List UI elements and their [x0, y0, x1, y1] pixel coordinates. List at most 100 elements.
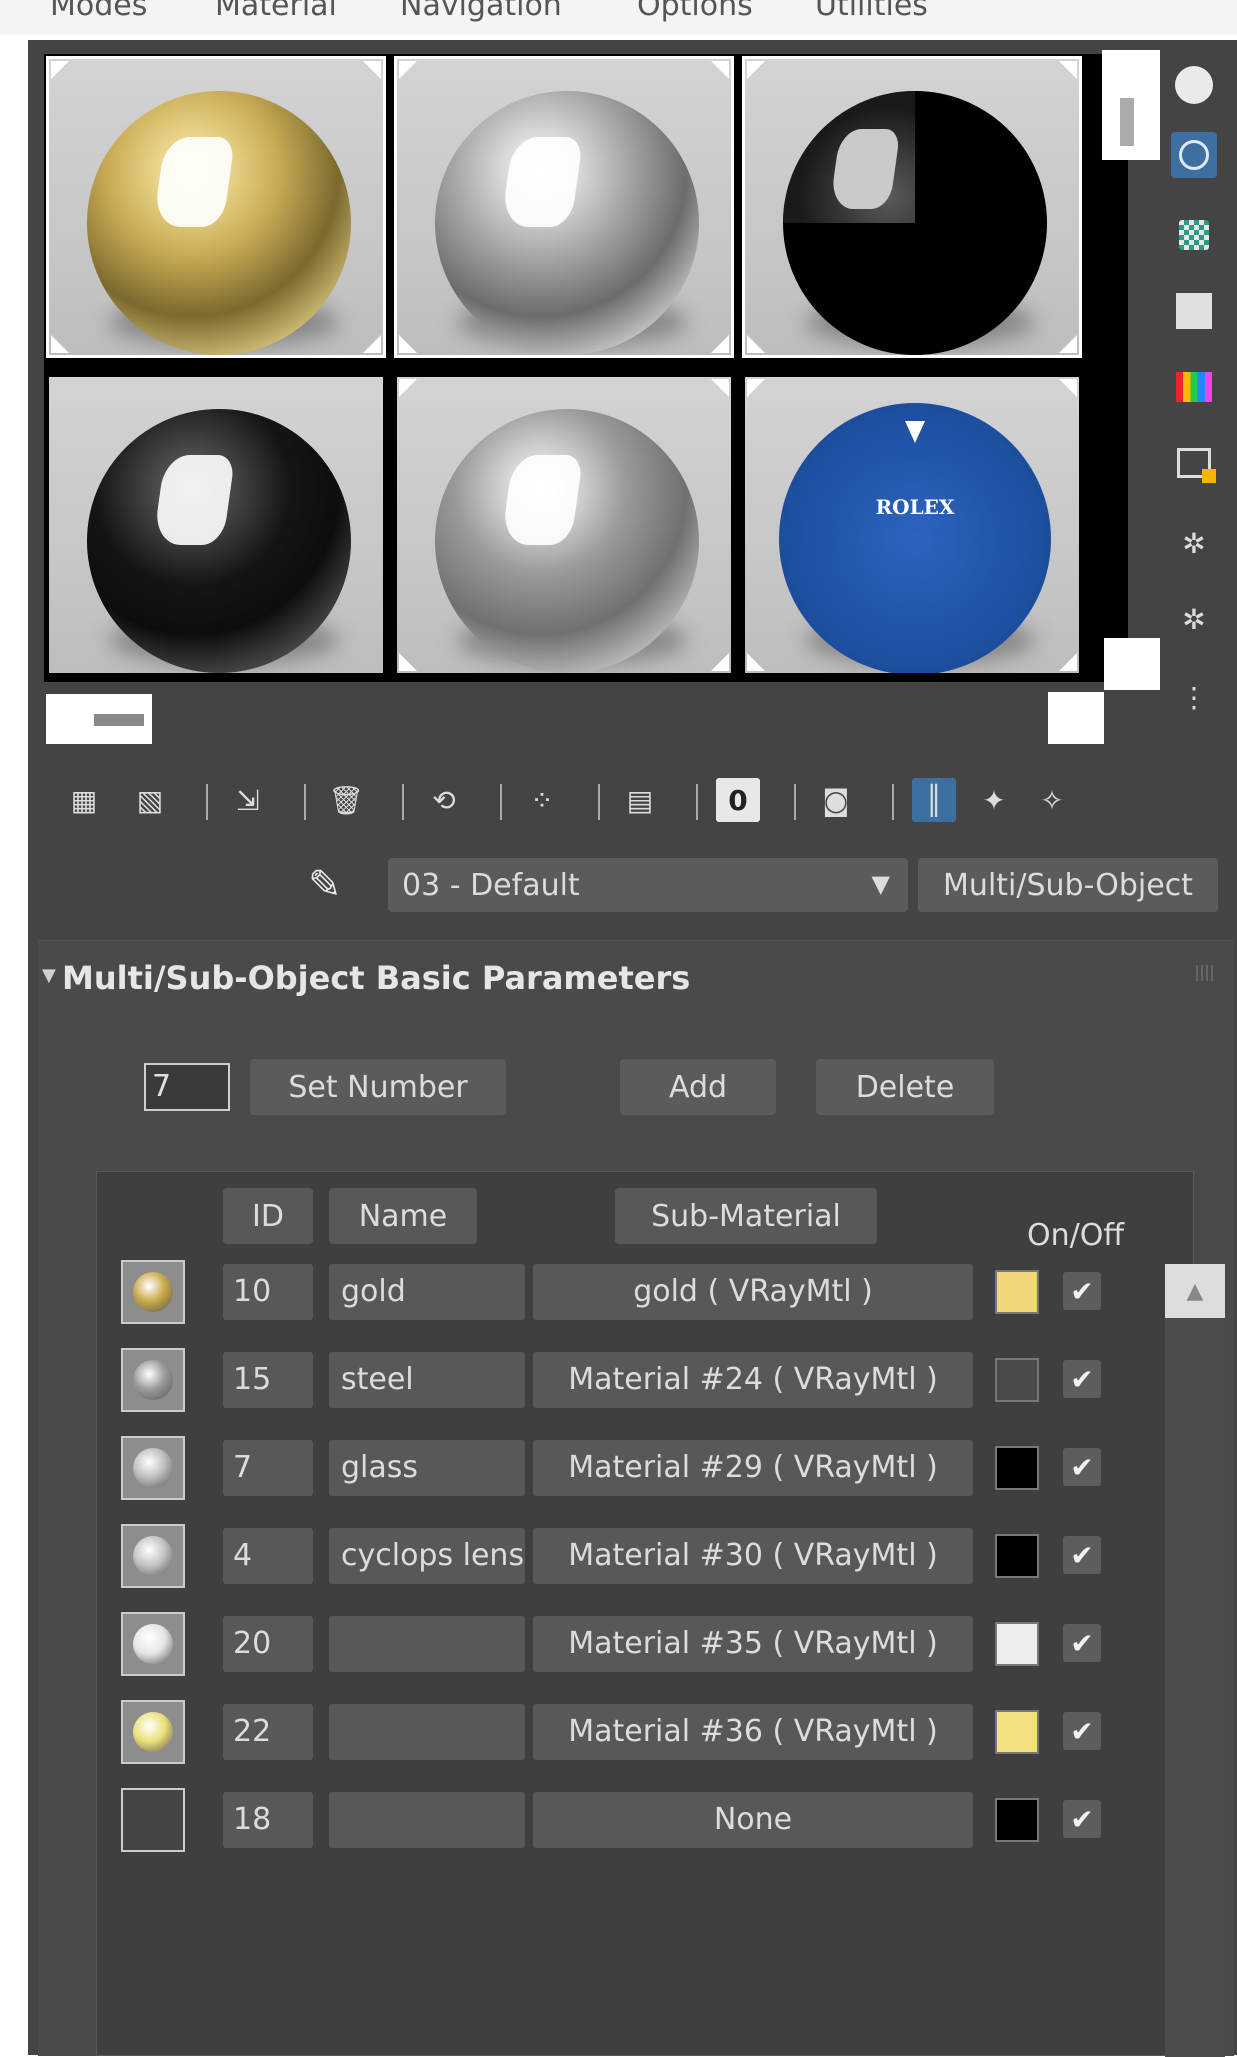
sub-material-button[interactable]: gold ( VRayMtl ) [533, 1264, 973, 1320]
sub-material-button[interactable]: Material #24 ( VRayMtl ) [533, 1352, 973, 1408]
add-button[interactable]: Add [620, 1059, 776, 1115]
id-field[interactable]: 22 [223, 1704, 313, 1760]
color-swatch[interactable] [995, 1534, 1039, 1578]
slots-hscroll-end[interactable] [1048, 692, 1104, 744]
id-field[interactable]: 4 [223, 1528, 313, 1584]
go-forward-to-sibling-icon[interactable]: ✧ [1030, 778, 1074, 822]
get-material-icon[interactable]: ▦ [62, 778, 106, 822]
gold-sphere [87, 91, 351, 355]
on-off-checkbox[interactable]: ✔ [1063, 1800, 1101, 1838]
backlight-icon[interactable] [1171, 132, 1217, 178]
sample-slot-3[interactable] [742, 56, 1082, 358]
menu-utilities[interactable]: Utilities [815, 0, 928, 23]
sample-uv-tiling-icon[interactable] [1171, 288, 1217, 334]
sample-slot-5[interactable] [394, 374, 734, 676]
select-by-material-icon[interactable]: ✲ [1171, 596, 1217, 642]
rollout-title[interactable]: Multi/Sub-Object Basic Parameters [62, 959, 690, 997]
sub-material-row: 22 Material #36 ( VRayMtl ) ✔ [97, 1700, 1187, 1764]
list-scrollbar[interactable]: ▲ [1165, 1264, 1225, 2057]
put-material-to-scene-icon[interactable]: ▧ [128, 778, 172, 822]
on-off-checkbox[interactable]: ✔ [1063, 1448, 1101, 1486]
rollout-collapse-icon[interactable]: ▼ [42, 965, 56, 986]
id-field[interactable]: 10 [223, 1264, 313, 1320]
sub-material-button[interactable]: Material #36 ( VRayMtl ) [533, 1704, 973, 1760]
slots-vscroll-thumb[interactable] [1102, 50, 1160, 160]
name-field[interactable]: gold [329, 1264, 525, 1320]
background-icon[interactable] [1171, 212, 1217, 258]
sub-material-thumbnail[interactable] [121, 1612, 185, 1676]
name-field[interactable] [329, 1704, 525, 1760]
color-swatch[interactable] [995, 1798, 1039, 1842]
reset-map-icon[interactable]: 🗑 [324, 778, 368, 822]
menu-modes[interactable]: Modes [50, 0, 147, 23]
on-off-checkbox[interactable]: ✔ [1063, 1272, 1101, 1310]
show-end-result-icon[interactable]: ║ [912, 778, 956, 822]
material-id-channel-icon[interactable]: 0 [716, 778, 760, 822]
menu-options[interactable]: Options [637, 0, 753, 23]
sub-material-row: 7 glass Material #29 ( VRayMtl ) ✔ [97, 1436, 1187, 1500]
options-icon[interactable]: ✲ [1171, 520, 1217, 566]
make-unique-icon[interactable]: ⁘ [520, 778, 564, 822]
name-field[interactable] [329, 1792, 525, 1848]
color-swatch[interactable] [995, 1270, 1039, 1314]
id-column-header[interactable]: ID [223, 1188, 313, 1244]
sample-type-icon[interactable] [1171, 62, 1217, 108]
scroll-up-icon[interactable]: ▲ [1165, 1264, 1225, 1318]
color-swatch[interactable] [995, 1358, 1039, 1402]
set-number-button[interactable]: Set Number [250, 1059, 506, 1115]
color-swatch[interactable] [995, 1446, 1039, 1490]
name-field[interactable] [329, 1616, 525, 1672]
material-type-button[interactable]: Multi/Sub-Object [918, 858, 1218, 912]
sub-material-button[interactable]: None [533, 1792, 973, 1848]
sub-material-thumbnail[interactable] [121, 1788, 185, 1852]
menu-navigation[interactable]: Navigation [400, 0, 562, 23]
material-count-input[interactable]: 7 [144, 1063, 230, 1111]
menu-material[interactable]: Material [215, 0, 337, 23]
sub-material-row: 20 Material #35 ( VRayMtl ) ✔ [97, 1612, 1187, 1676]
put-to-library-icon[interactable]: ▤ [618, 778, 662, 822]
id-field[interactable]: 15 [223, 1352, 313, 1408]
name-field[interactable]: cyclops lens [329, 1528, 525, 1584]
material-map-navigator-icon[interactable]: ⋮ [1171, 674, 1217, 720]
sub-material-column-header[interactable]: Sub-Material [615, 1188, 877, 1244]
sample-slot-4[interactable] [46, 374, 386, 676]
make-preview-icon[interactable] [1171, 440, 1217, 486]
id-field[interactable]: 7 [223, 1440, 313, 1496]
sub-material-button[interactable]: Material #29 ( VRayMtl ) [533, 1440, 973, 1496]
show-shaded-material-icon[interactable]: ◙ [814, 778, 858, 822]
sample-slot-2[interactable] [394, 56, 734, 358]
on-off-checkbox[interactable]: ✔ [1063, 1624, 1101, 1662]
sub-material-thumbnail[interactable] [121, 1260, 185, 1324]
pick-material-eyedropper-icon[interactable]: ✎ [308, 862, 342, 908]
name-column-header[interactable]: Name [329, 1188, 477, 1244]
assign-material-to-selection-icon[interactable]: ⇲ [226, 778, 270, 822]
sub-material-thumbnail[interactable] [121, 1524, 185, 1588]
sub-material-button[interactable]: Material #30 ( VRayMtl ) [533, 1528, 973, 1584]
material-name-dropdown[interactable]: 03 - Default ▼ [388, 858, 908, 912]
slots-hscroll-thumb[interactable] [46, 694, 152, 744]
rollout-grip-icon[interactable] [1196, 965, 1216, 981]
on-off-checkbox[interactable]: ✔ [1063, 1536, 1101, 1574]
sample-slot-6[interactable]: ROLEX [742, 374, 1082, 676]
material-name-value: 03 - Default [402, 868, 580, 903]
sub-material-button[interactable]: Material #35 ( VRayMtl ) [533, 1616, 973, 1672]
go-to-parent-icon[interactable]: ✦ [972, 778, 1016, 822]
sub-material-row: 18 None ✔ [97, 1788, 1187, 1852]
on-off-checkbox[interactable]: ✔ [1063, 1712, 1101, 1750]
steel-sphere [435, 91, 699, 355]
id-field[interactable]: 18 [223, 1792, 313, 1848]
sub-material-thumbnail[interactable] [121, 1700, 185, 1764]
name-field[interactable]: glass [329, 1440, 525, 1496]
video-color-check-icon[interactable] [1171, 364, 1217, 410]
on-off-checkbox[interactable]: ✔ [1063, 1360, 1101, 1398]
make-material-copy-icon[interactable]: ⟲ [422, 778, 466, 822]
sub-material-thumbnail[interactable] [121, 1436, 185, 1500]
slots-vscroll-bottom[interactable] [1104, 638, 1160, 690]
delete-button[interactable]: Delete [816, 1059, 994, 1115]
sample-slot-1[interactable] [46, 56, 386, 358]
sub-material-thumbnail[interactable] [121, 1348, 185, 1412]
color-swatch[interactable] [995, 1710, 1039, 1754]
color-swatch[interactable] [995, 1622, 1039, 1666]
id-field[interactable]: 20 [223, 1616, 313, 1672]
name-field[interactable]: steel [329, 1352, 525, 1408]
